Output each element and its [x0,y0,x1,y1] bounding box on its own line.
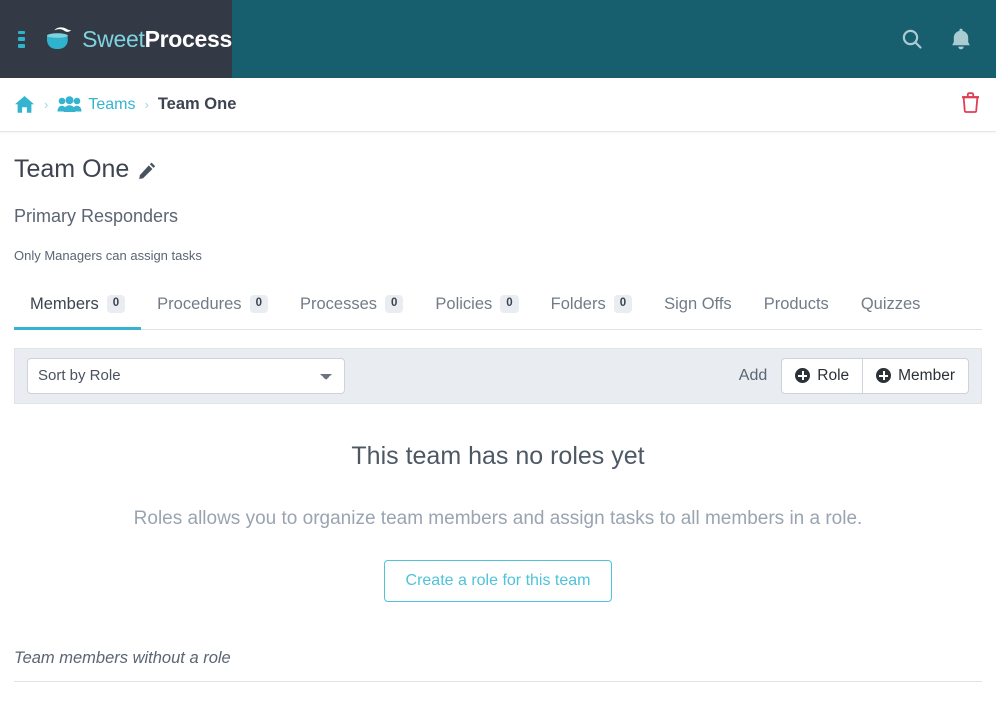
tab-badge: 0 [385,295,404,313]
tab-folders[interactable]: Folders 0 [535,285,648,330]
create-role-button[interactable]: Create a role for this team [383,559,613,602]
hamburger-bar [18,30,26,34]
page-title: Team One [14,155,982,184]
add-member-label: Member [898,366,955,384]
hamburger-bar [18,44,26,48]
tab-badge: 0 [613,295,633,313]
sort-select[interactable]: Sort by Role [27,357,345,394]
plus-circle-icon [795,368,811,383]
empty-state: This team has no roles yet Roles allows … [14,404,982,602]
tab-badge: 0 [106,295,126,313]
tab-label: Members [30,294,99,313]
breadcrumb-current-label: Team One [157,95,237,113]
team-permission-note: Only Managers can assign tasks [14,247,202,263]
empty-state-title: This team has no roles yet [351,441,645,470]
brand-panel: SweetProcess [0,0,232,78]
breadcrumb-separator: › [144,97,149,112]
tab-processes[interactable]: Processes 0 [284,285,419,330]
tab-label: Procedures [157,294,242,313]
tab-label: Sign Offs [664,294,732,313]
breadcrumb-separator: › [44,97,49,112]
tab-products[interactable]: Products [748,285,845,330]
tab-label: Folders [550,294,606,313]
add-role-label: Role [817,366,850,384]
home-icon [14,95,35,114]
brand-name-sweet: Sweet [82,25,145,52]
add-button-group: Role Member [781,357,969,394]
search-icon[interactable] [900,27,924,51]
users-group-icon [57,96,82,113]
pencil-icon[interactable] [138,159,157,180]
tab-policies[interactable]: Policies 0 [419,285,534,330]
page-content: Team One Primary Responders Only Manager… [0,155,996,682]
tab-badge: 0 [500,295,519,313]
add-member-button[interactable]: Member [863,357,969,394]
trash-icon [961,91,980,118]
hamburger-menu-icon[interactable] [18,30,26,48]
toolbar-actions: Add Role Member [738,357,969,394]
plus-circle-icon [876,368,892,383]
breadcrumb: › Teams › Team One [0,78,996,132]
top-navbar: SweetProcess [0,0,996,78]
members-without-role-label: Team members without a role [14,648,231,667]
add-label: Add [738,366,768,384]
tab-procedures[interactable]: Procedures 0 [141,285,284,330]
tab-members[interactable]: Members 0 [14,285,142,330]
coffee-cup-logo-icon [47,27,74,52]
breadcrumb-item-home[interactable] [14,95,35,114]
breadcrumb-teams-label[interactable]: Teams [88,96,135,114]
tab-label: Products [763,294,829,313]
section-divider [14,680,982,682]
brand-name: SweetProcess [82,25,233,52]
bell-icon[interactable] [950,27,972,51]
tab-badge: 0 [249,295,268,313]
brand-name-process: Process [144,25,233,52]
page-title-text: Team One [14,155,130,183]
add-role-button[interactable]: Role [781,357,864,394]
tab-quizzes[interactable]: Quizzes [845,285,937,330]
members-toolbar: Sort by Role Add Role Member [14,347,982,404]
brand-logo[interactable]: SweetProcess [45,26,232,52]
tab-bar: Members 0 Procedures 0 Processes 0 Policies 0 Fo… [14,285,982,330]
team-subtitle: Primary Responders [14,205,179,226]
delete-team-button[interactable] [961,91,980,118]
tab-label: Policies [435,294,493,313]
hamburger-bar [18,37,26,41]
tab-label: Quizzes [860,294,921,313]
tab-sign-offs[interactable]: Sign Offs [648,285,748,330]
tab-label: Processes [299,294,377,313]
navbar-actions [900,27,996,51]
breadcrumb-item-teams[interactable]: Teams [57,96,135,114]
empty-state-description: Roles allows you to organize team member… [133,507,863,529]
